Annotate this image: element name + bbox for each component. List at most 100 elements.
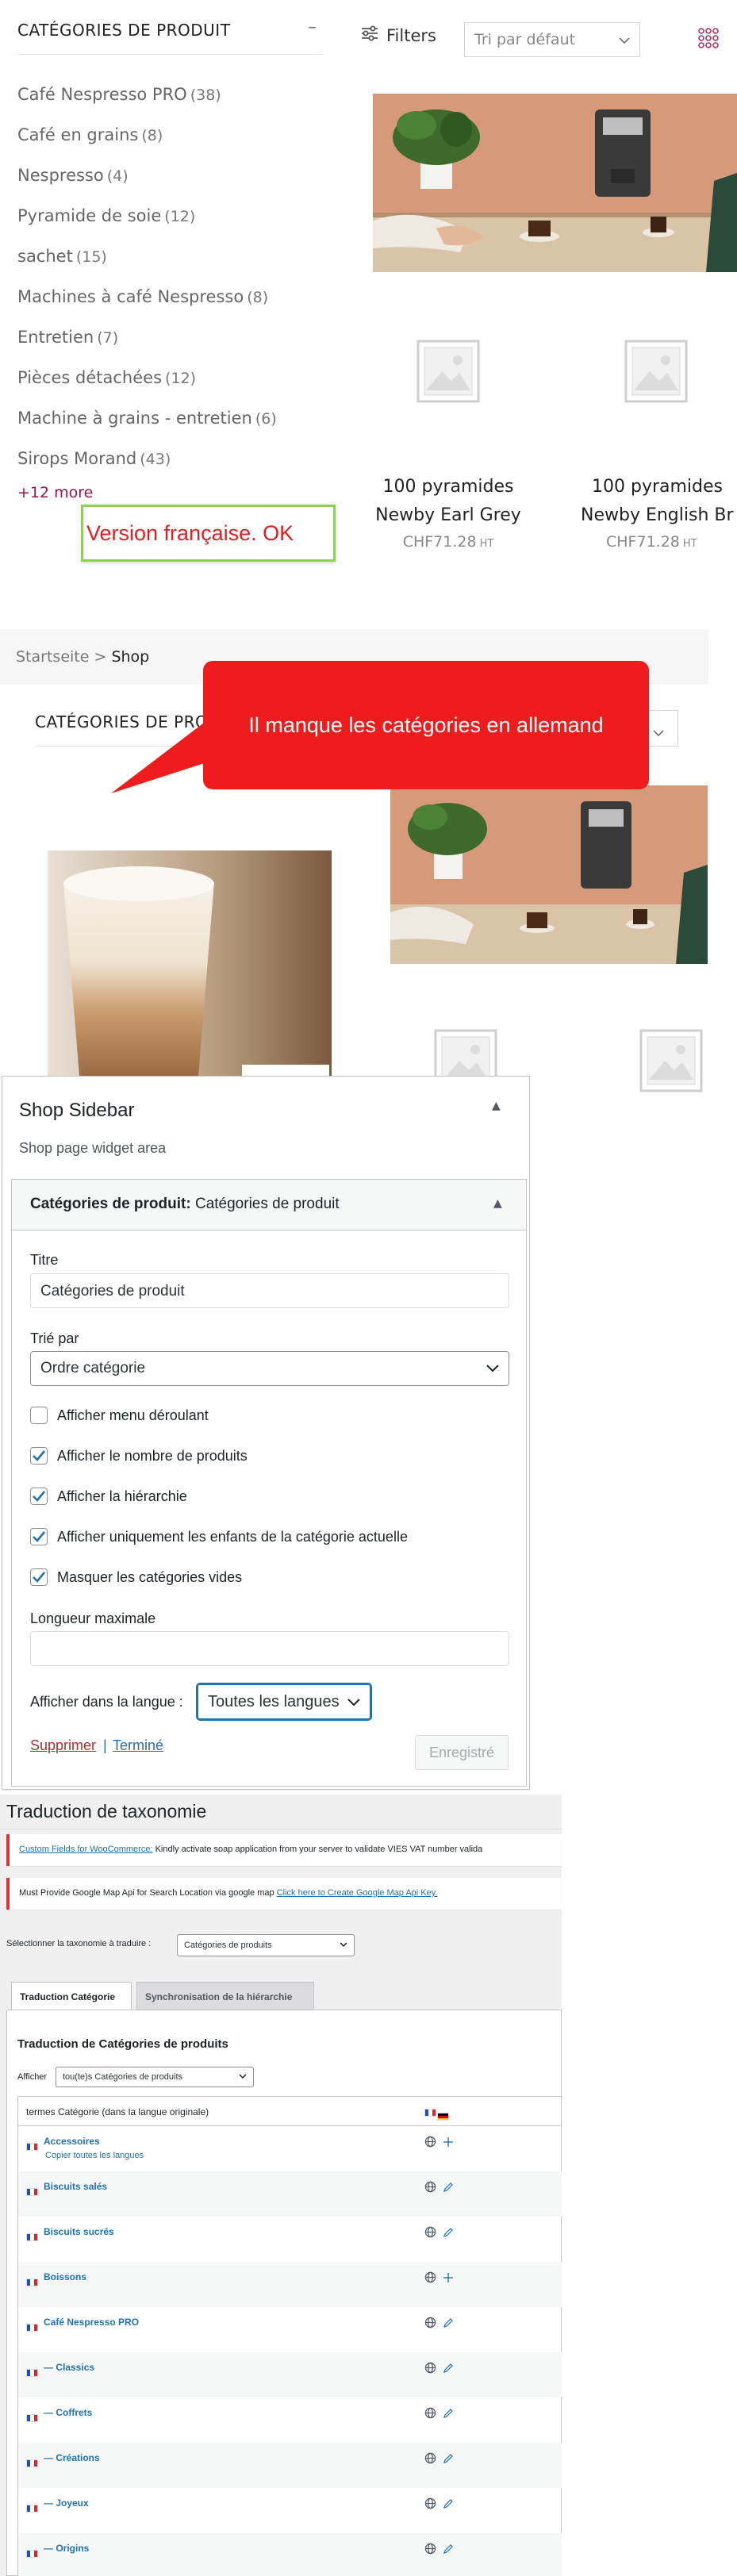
product-image[interactable] xyxy=(373,94,737,272)
product-title[interactable]: Newby English Br xyxy=(563,501,737,530)
product-image[interactable] xyxy=(390,785,708,964)
category-item[interactable]: Pièces détachées (12) xyxy=(17,366,277,406)
title-label: Titre xyxy=(30,1252,59,1268)
category-name[interactable]: Café en grains xyxy=(17,125,138,144)
category-item[interactable]: Machines à café Nespresso (8) xyxy=(17,285,277,325)
category-item[interactable]: Nespresso (4) xyxy=(17,163,277,204)
show-filter-select[interactable]: tou(te)s Catégories de produits xyxy=(56,2067,254,2087)
pencil-icon[interactable] xyxy=(443,2543,454,2558)
product-title[interactable]: Newby Earl Grey xyxy=(349,501,547,530)
category-item[interactable]: Café en grains (8) xyxy=(17,123,277,163)
globe-icon[interactable] xyxy=(424,2407,436,2422)
notice-text: Kindly activate soap application from yo… xyxy=(152,1845,483,1854)
term-name[interactable]: Café Nespresso PRO xyxy=(44,2317,139,2328)
term-name[interactable]: Biscuits sucrés xyxy=(44,2226,114,2237)
pencil-icon[interactable] xyxy=(443,2497,454,2513)
grid-view-icon[interactable] xyxy=(698,28,719,52)
taxonomy-select[interactable]: Catégories de produits xyxy=(177,1934,355,1956)
term-name[interactable]: — Coffrets xyxy=(44,2407,92,2418)
term-name[interactable]: — Origins xyxy=(44,2543,89,2554)
category-name[interactable]: Pièces détachées xyxy=(17,368,162,387)
image-placeholder-icon[interactable] xyxy=(416,340,480,406)
plus-icon[interactable] xyxy=(443,2271,454,2286)
checkbox[interactable] xyxy=(30,1407,48,1424)
term-name[interactable]: Accessoires xyxy=(44,2136,100,2147)
annotation-callout-ok: Version française. OK xyxy=(81,505,336,562)
pencil-icon[interactable] xyxy=(443,2226,454,2241)
breadcrumb-home[interactable]: Startseite xyxy=(16,648,89,666)
tab-translation[interactable]: Traduction Catégorie xyxy=(11,1982,132,2010)
checkbox[interactable] xyxy=(30,1447,48,1465)
option-hierarchy[interactable]: Afficher la hiérarchie xyxy=(30,1488,187,1505)
pencil-icon[interactable] xyxy=(443,2452,454,2467)
globe-icon[interactable] xyxy=(424,2317,436,2332)
collapse-arrow-icon[interactable]: ▲ xyxy=(492,1100,501,1112)
sort-select[interactable]: Ordre catégorie xyxy=(30,1351,509,1386)
globe-icon[interactable] xyxy=(424,2226,436,2241)
term-name[interactable]: Biscuits salés xyxy=(44,2181,107,2192)
notice-link[interactable]: Click here to Create Google Map Api Key. xyxy=(277,1888,438,1898)
globe-icon[interactable] xyxy=(424,2452,436,2467)
category-name[interactable]: Pyramide de soie xyxy=(17,206,161,225)
term-name[interactable]: — Classics xyxy=(44,2362,94,2373)
category-item[interactable]: Café Nespresso PRO (38) xyxy=(17,83,277,123)
sort-select[interactable]: Tri par défaut xyxy=(464,22,640,57)
product-image[interactable] xyxy=(48,850,332,1076)
done-link[interactable]: Terminé xyxy=(113,1737,163,1754)
checkbox[interactable] xyxy=(30,1528,48,1545)
term-name[interactable]: Boissons xyxy=(44,2271,86,2282)
category-name[interactable]: Machine à grains - entretien xyxy=(17,409,252,428)
max-length-input[interactable] xyxy=(30,1631,509,1666)
delete-link[interactable]: Supprimer xyxy=(30,1737,96,1754)
table-row: — Coffrets xyxy=(17,2397,562,2443)
pencil-icon[interactable] xyxy=(443,2181,454,2196)
category-name[interactable]: sachet xyxy=(17,247,73,266)
globe-icon[interactable] xyxy=(424,2136,436,2151)
globe-icon[interactable] xyxy=(424,2362,436,2377)
category-name[interactable]: Entretien xyxy=(17,328,94,347)
notice-link[interactable]: Custom Fields for WooCommerce: xyxy=(19,1845,153,1854)
term-name[interactable]: — Créations xyxy=(44,2452,100,2463)
checkbox[interactable] xyxy=(30,1488,48,1505)
saved-button[interactable]: Enregistré xyxy=(415,1735,509,1770)
product-title[interactable]: 100 pyramides xyxy=(563,473,737,501)
globe-icon[interactable] xyxy=(424,2271,436,2286)
category-item[interactable]: sachet (15) xyxy=(17,244,277,285)
plus-icon[interactable] xyxy=(443,2136,454,2151)
flag-fr-icon xyxy=(26,2183,38,2198)
tab-hierarchy-sync[interactable]: Synchronisation de la hiérarchie xyxy=(136,1982,314,2010)
collapse-icon[interactable]: – xyxy=(308,17,317,37)
category-count: (15) xyxy=(75,248,107,266)
option-only-children[interactable]: Afficher uniquement les enfants de la ca… xyxy=(30,1528,408,1545)
category-item[interactable]: Sirops Morand (43) xyxy=(17,447,277,487)
copy-all-languages-link[interactable]: Copier toutes les langues xyxy=(45,2151,144,2160)
category-name[interactable]: Nespresso xyxy=(17,166,104,185)
pencil-icon[interactable] xyxy=(443,2362,454,2377)
product-card[interactable]: 100 pyramides Newby Earl Grey CHF71.28 HT xyxy=(349,473,547,551)
category-name[interactable]: Machines à café Nespresso xyxy=(17,287,244,306)
more-categories-link[interactable]: +12 more xyxy=(17,484,93,501)
option-dropdown[interactable]: Afficher menu déroulant xyxy=(30,1407,209,1424)
category-name[interactable]: Sirops Morand xyxy=(17,449,136,468)
image-placeholder-icon[interactable] xyxy=(624,340,688,406)
checkbox[interactable] xyxy=(30,1568,48,1586)
category-item[interactable]: Machine à grains - entretien (6) xyxy=(17,406,277,447)
category-item[interactable]: Entretien (7) xyxy=(17,325,277,366)
image-placeholder-icon[interactable] xyxy=(639,1029,703,1096)
globe-icon[interactable] xyxy=(424,2181,436,2196)
collapse-arrow-icon[interactable]: ▲ xyxy=(493,1197,502,1210)
globe-icon[interactable] xyxy=(424,2543,436,2558)
option-hide-empty[interactable]: Masquer les catégories vides xyxy=(30,1568,242,1586)
filters-button[interactable]: Filters xyxy=(361,25,436,45)
pencil-icon[interactable] xyxy=(443,2407,454,2422)
category-name[interactable]: Café Nespresso PRO xyxy=(17,85,187,104)
language-select[interactable]: Toutes les langues xyxy=(197,1683,371,1720)
category-item[interactable]: Pyramide de soie (12) xyxy=(17,204,277,244)
product-title[interactable]: 100 pyramides xyxy=(349,473,547,501)
pencil-icon[interactable] xyxy=(443,2317,454,2332)
globe-icon[interactable] xyxy=(424,2497,436,2513)
product-card[interactable]: 100 pyramides Newby English Br CHF71.28 H… xyxy=(563,473,737,551)
title-input[interactable]: Catégories de produit xyxy=(30,1273,509,1308)
option-show-count[interactable]: Afficher le nombre de produits xyxy=(30,1447,248,1465)
term-name[interactable]: — Joyeux xyxy=(44,2497,89,2509)
